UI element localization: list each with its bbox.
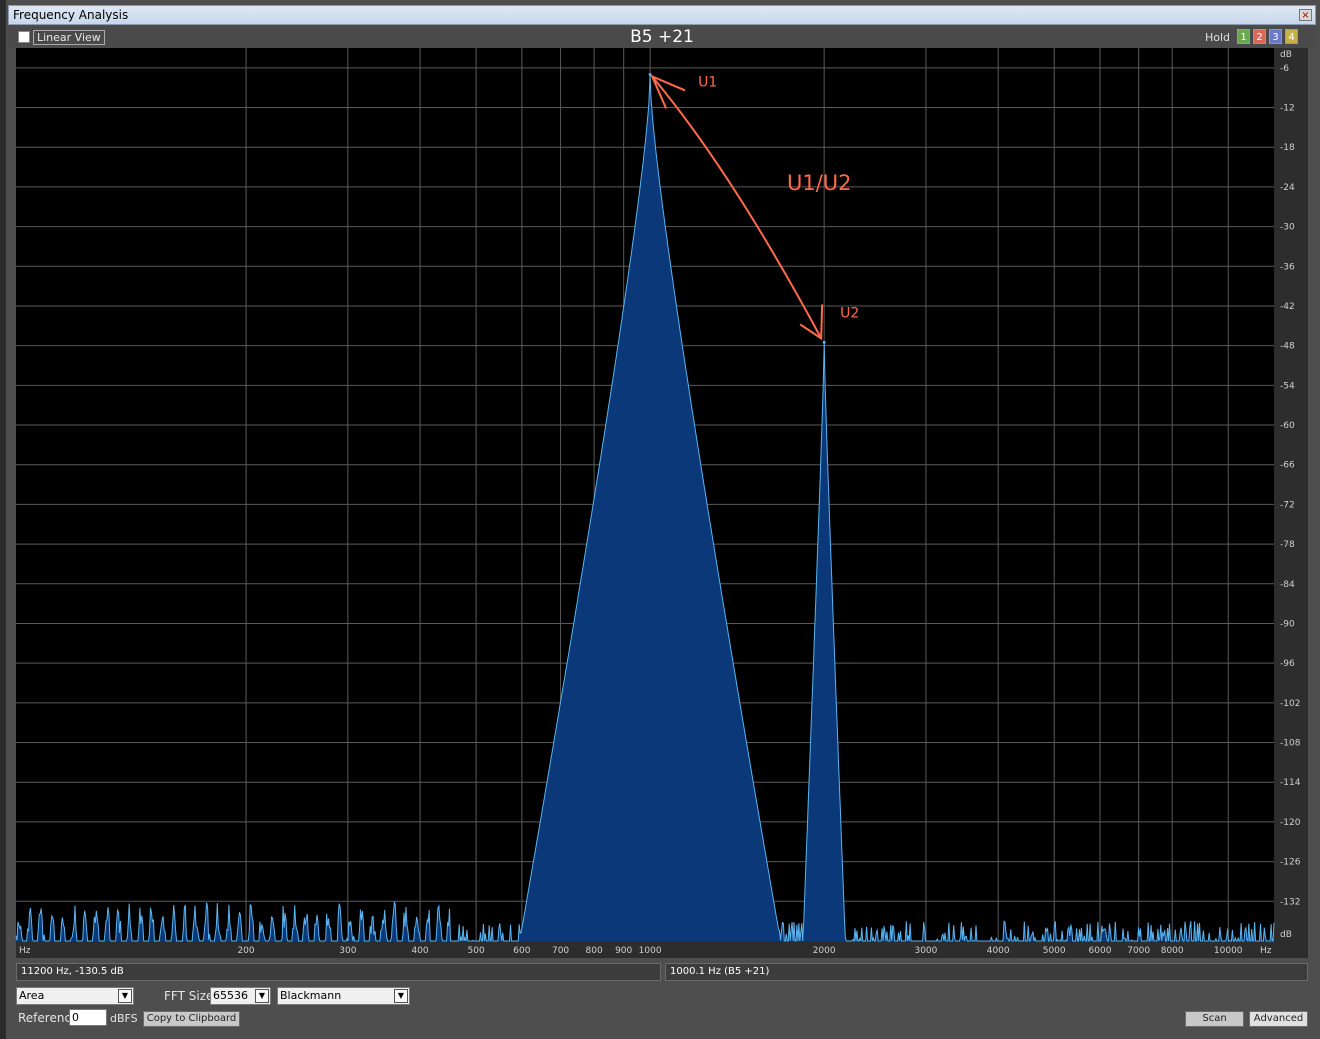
status-bar: 11200 Hz, -130.5 dB 1000.1 Hz (B5 +21) <box>16 963 1308 981</box>
x-tick-label: 7000 <box>1127 946 1150 956</box>
y-tick-label: -66 <box>1280 461 1295 471</box>
y-tick-label: -48 <box>1280 342 1295 352</box>
window-function-value: Blackmann <box>280 989 342 1002</box>
y-unit-top-label: dB <box>1280 50 1292 60</box>
copy-to-clipboard-button[interactable]: Copy to Clipboard <box>143 1011 240 1027</box>
x-tick-label: 4000 <box>987 946 1010 956</box>
x-tick-label: 10000 <box>1214 946 1243 956</box>
chevron-down-icon[interactable]: ▼ <box>394 989 408 1003</box>
x-tick-label: 900 <box>615 946 632 956</box>
y-tick-label: -72 <box>1280 500 1295 510</box>
x-tick-label: 500 <box>468 946 485 956</box>
y-tick-label: -114 <box>1280 778 1301 788</box>
y-tick-label: -60 <box>1280 421 1295 431</box>
x-tick-label: 6000 <box>1089 946 1112 956</box>
x-tick-label: 200 <box>237 946 254 956</box>
x-tick-label: 5000 <box>1043 946 1066 956</box>
fft-size-select[interactable]: 65536 ▼ <box>210 987 271 1005</box>
y-tick-label: -102 <box>1280 699 1300 709</box>
x-tick-label: 800 <box>586 946 603 956</box>
y-tick-label: -90 <box>1280 619 1295 629</box>
display-mode-value: Area <box>19 989 45 1002</box>
peak-point-2 <box>822 340 826 344</box>
x-tick-label: 8000 <box>1161 946 1184 956</box>
y-tick-label: -6 <box>1280 64 1289 74</box>
y-tick-label: -84 <box>1280 580 1295 590</box>
y-tick-label: -54 <box>1280 381 1295 391</box>
y-tick-label: -108 <box>1280 739 1301 749</box>
y-tick-label: -120 <box>1280 818 1301 828</box>
spectrum-plot[interactable]: -6 -12 -18 -24 -30 -36 -42 -48 -54 -60 -66 -72 -78 -8… <box>0 0 1320 962</box>
y-tick-label: -96 <box>1280 659 1295 669</box>
chevron-down-icon[interactable]: ▼ <box>118 989 132 1003</box>
frequency-analysis-window: Frequency Analysis × Linear View B5 +21 … <box>0 0 1320 1039</box>
y-tick-label: -18 <box>1280 143 1295 153</box>
fft-size-value: 65536 <box>213 989 248 1002</box>
x-axis-panel <box>16 941 1308 958</box>
y-tick-label: -30 <box>1280 223 1295 233</box>
y-tick-label: -126 <box>1280 858 1301 868</box>
ratio-label: U1/U2 <box>787 171 852 195</box>
y-tick-label: -36 <box>1280 262 1295 272</box>
y-unit-bottom-label: dB <box>1280 930 1292 940</box>
x-tick-label: 3000 <box>914 946 937 956</box>
y-tick-label: -42 <box>1280 302 1295 312</box>
advanced-button[interactable]: Advanced <box>1249 1011 1308 1027</box>
chevron-down-icon[interactable]: ▼ <box>255 989 269 1003</box>
x-tick-label: 1000 <box>639 946 662 956</box>
window-function-select[interactable]: Blackmann ▼ <box>277 987 410 1005</box>
reference-input[interactable]: 0 <box>69 1009 107 1026</box>
display-mode-select[interactable]: Area ▼ <box>16 987 134 1005</box>
cursor-readout: 11200 Hz, -130.5 dB <box>16 963 661 981</box>
x-tick-label: Hz <box>19 946 31 956</box>
x-tick-label: 2000 <box>813 946 836 956</box>
u1-label: U1 <box>698 74 717 90</box>
y-tick-label: -24 <box>1280 183 1295 193</box>
x-unit-right-label: Hz <box>1260 946 1272 956</box>
scan-button[interactable]: Scan <box>1185 1011 1244 1027</box>
fft-size-label: FFT Size <box>164 989 214 1003</box>
reference-unit-label: dBFS <box>110 1012 138 1025</box>
x-tick-label: 700 <box>552 946 569 956</box>
peak-readout: 1000.1 Hz (B5 +21) <box>665 963 1308 981</box>
x-tick-label: 600 <box>513 946 530 956</box>
x-tick-label: 300 <box>339 946 356 956</box>
y-tick-label: -132 <box>1280 897 1300 907</box>
y-tick-label: -78 <box>1280 540 1295 550</box>
u2-label: U2 <box>840 305 859 321</box>
x-tick-label: 400 <box>411 946 428 956</box>
y-tick-label: -12 <box>1280 104 1295 114</box>
